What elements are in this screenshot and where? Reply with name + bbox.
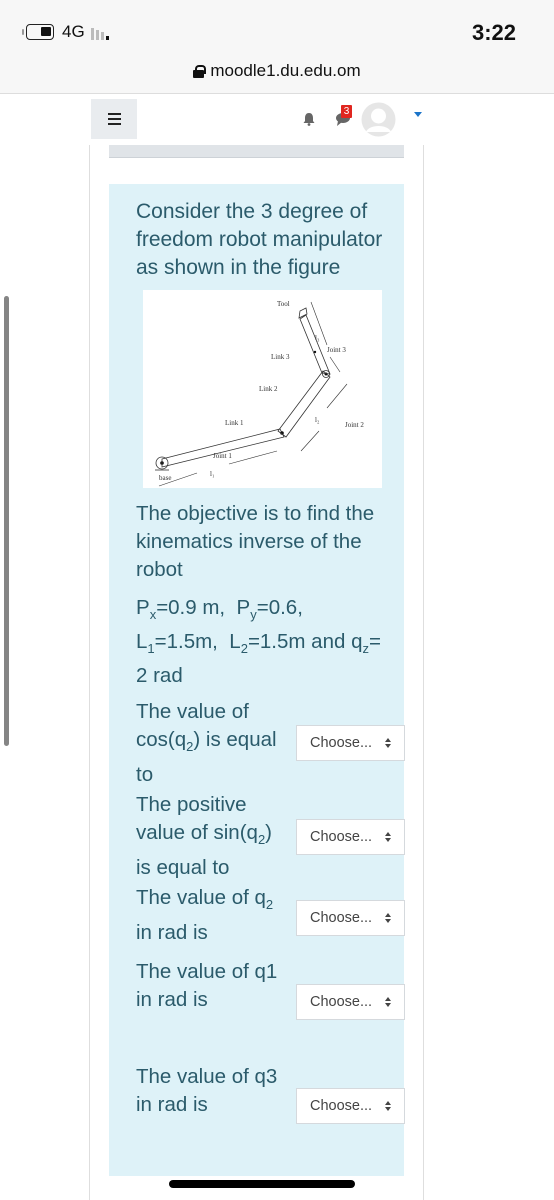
- question-info-strip: [109, 145, 404, 158]
- select-arrows-icon: [385, 1101, 392, 1113]
- select-arrows-icon: [385, 913, 392, 925]
- hamburger-icon[interactable]: [91, 99, 137, 139]
- subquestion-q1-rad: The value of q1 in rad is: [136, 960, 278, 1011]
- label-link3: Link 3: [271, 353, 290, 361]
- link-2: [277, 370, 331, 438]
- clock: 3:22: [471, 20, 516, 45]
- url-text[interactable]: moodle1.du.edu.om: [210, 61, 360, 81]
- label-link1: Link 1: [225, 419, 244, 427]
- select-arrows-icon: [385, 832, 392, 844]
- avatar-icon[interactable]: [361, 102, 396, 137]
- battery-icon: [22, 24, 54, 40]
- home-indicator[interactable]: [169, 1180, 355, 1188]
- question-title: Consider the 3 degree of freedom robot m…: [136, 200, 383, 279]
- link-3: [299, 314, 331, 375]
- label-l2: l₂: [315, 416, 320, 424]
- robot-figure: Tool Joint 3 Link 3 Link 2 Joint 2 Link …: [143, 290, 382, 488]
- label-tool: Tool: [277, 300, 290, 308]
- question-given-values: Px=0.9 m, Py=0.6, L1=1.5m, L2=1.5m and q…: [136, 596, 381, 688]
- messages-badge: 3: [341, 105, 352, 118]
- question-panel: Consider the 3 degree of freedom robot m…: [109, 184, 405, 1176]
- navbar: 3: [0, 95, 554, 145]
- lock-icon: [193, 64, 207, 78]
- label-l3: l₃: [315, 334, 320, 342]
- scrollbar[interactable]: [4, 296, 9, 746]
- label-link2: Link 2: [259, 385, 278, 393]
- caret-down-icon[interactable]: [414, 112, 422, 117]
- select-q1-rad[interactable]: Choose...: [296, 984, 405, 1020]
- network-type: 4G: [62, 22, 85, 41]
- select-arrows-icon: [385, 738, 392, 750]
- label-joint2: Joint 2: [345, 421, 364, 429]
- label-base: base: [159, 474, 171, 482]
- select-q3-rad[interactable]: Choose...: [296, 1088, 405, 1124]
- subquestion-q2-rad: The value of q2 in rad is: [136, 886, 274, 945]
- label-joint3: Joint 3: [327, 346, 346, 354]
- label-joint1: Joint 1: [213, 452, 232, 460]
- select-sin-q2[interactable]: Choose...: [296, 819, 405, 855]
- subquestion-sin-q2: The positive value of sin(q2) is equal t…: [136, 793, 272, 880]
- robot-diagram: Tool Joint 3 Link 3 Link 2 Joint 2 Link …: [155, 300, 364, 487]
- signal-icon: [91, 26, 109, 40]
- subquestion-cos-q2: The value of cos(q2) is equal to: [136, 700, 277, 787]
- subquestion-q3-rad: The value of q3 in rad is: [136, 1065, 278, 1116]
- select-q2-rad[interactable]: Choose...: [296, 900, 405, 936]
- status-bar: 4G 3:22: [0, 0, 554, 58]
- bell-icon[interactable]: [302, 112, 316, 126]
- select-arrows-icon: [385, 997, 392, 1009]
- label-l1: l₁: [210, 470, 214, 478]
- select-cos-q2[interactable]: Choose...: [296, 725, 405, 761]
- link-1: [161, 428, 285, 468]
- question-objective: The objective is to find the kinematics …: [136, 502, 375, 581]
- url-bar[interactable]: moodle1.du.edu.om: [0, 58, 554, 94]
